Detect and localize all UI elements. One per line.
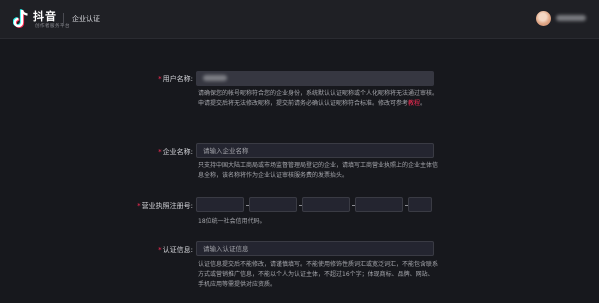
required-mark: *: [158, 148, 162, 156]
douyin-logo-icon[interactable]: [13, 9, 29, 29]
company-name-label-text: 企业名称:: [162, 148, 193, 156]
username-label-text: 用户名称:: [162, 75, 193, 83]
username-label: *用户名称:: [83, 74, 193, 84]
header-divider: [63, 13, 64, 26]
company-name-input[interactable]: [196, 143, 434, 158]
license-segment-1[interactable]: [196, 197, 244, 212]
license-segment-3[interactable]: [302, 197, 350, 212]
required-mark: *: [137, 202, 141, 210]
brand-name[interactable]: 抖音: [33, 8, 57, 24]
license-segment-2[interactable]: [249, 197, 297, 212]
company-name-label: *企业名称:: [83, 147, 193, 157]
username-hint: 请确保您的帐号昵称符合您的企业身份，系统默认认证昵称或个人化昵称将无法通过审核。…: [198, 89, 438, 109]
username-value-redacted: [203, 75, 227, 81]
required-mark: *: [158, 246, 162, 254]
page-title: 企业认证: [72, 15, 100, 23]
cert-info-label-text: 认证信息:: [162, 246, 193, 254]
brand-subtitle: 创作者服务平台: [35, 24, 70, 29]
cert-info-label: *认证信息:: [83, 245, 193, 255]
tutorial-link[interactable]: 教程: [408, 100, 420, 107]
username-redacted[interactable]: [556, 15, 586, 21]
top-bar: 抖音 创作者服务平台 企业认证: [0, 0, 599, 39]
required-mark: *: [158, 75, 162, 83]
username-hint-text: 请确保您的帐号昵称符合您的企业身份，系统默认认证昵称或个人化昵称将无法通过审核。…: [198, 90, 439, 107]
username-hint-end: 。: [420, 100, 427, 107]
avatar[interactable]: [536, 11, 551, 26]
license-segment-4[interactable]: [355, 197, 403, 212]
license-number-label-text: 营业执照注册号:: [141, 202, 193, 210]
cert-info-input[interactable]: [196, 241, 434, 256]
license-number-hint: 18位统一社会信用代码。: [198, 218, 266, 225]
company-name-hint: 只支持中国大陆工商局或市场监督管理局登记的企业，请填写工商营业执照上的企业主体信…: [198, 162, 439, 179]
license-number-label: *营业执照注册号:: [83, 201, 193, 211]
cert-info-hint: 认证信息提交后不能修改，请谨慎填写。不能使用修饰性质词汇或宽泛词汇，不能包含联系…: [198, 261, 439, 288]
username-field[interactable]: [196, 71, 434, 86]
license-segment-5[interactable]: [408, 197, 432, 212]
